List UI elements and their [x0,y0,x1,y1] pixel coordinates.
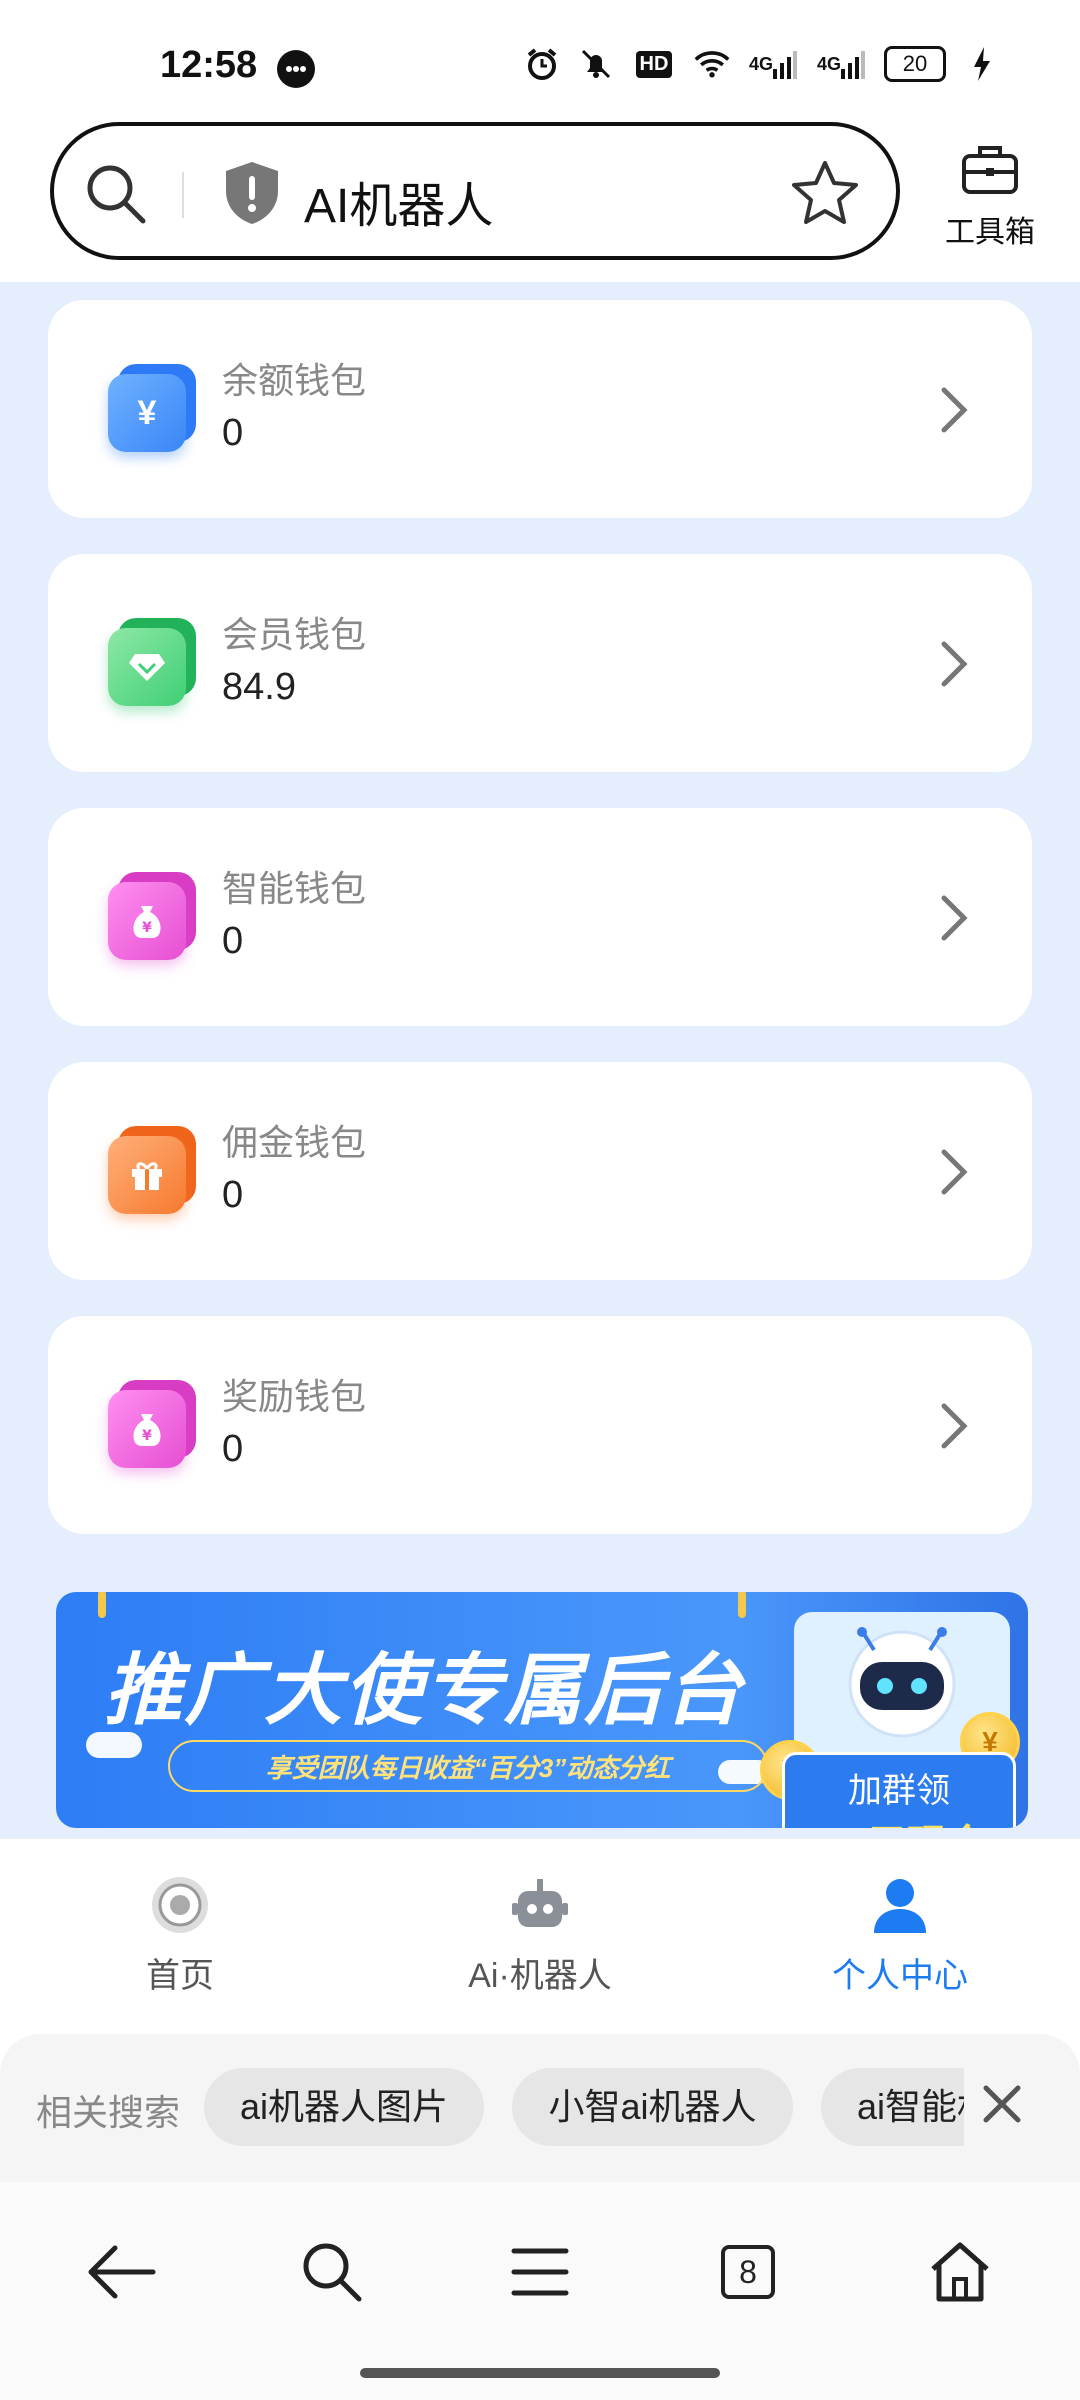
chevron-right-icon [941,387,968,433]
diamond-icon [108,618,196,706]
wallet-name: 佣金钱包 [222,1122,367,1163]
wallet-list-area: ¥ 余额钱包 0 会员钱包 84.9 ¥ 智能钱包 0 佣金钱包 0 ¥ 奖励钱… [0,282,1080,1838]
search-icon[interactable] [84,162,148,231]
person-icon [870,1879,930,1939]
svg-text:¥: ¥ [142,1428,152,1444]
search-divider [182,172,184,218]
banner-pin [98,1592,106,1618]
alarm-icon [524,46,560,82]
wallet-name: 奖励钱包 [222,1376,367,1417]
toolbox-label: 工具箱 [945,216,1035,249]
wallet-value: 0 [222,1174,244,1216]
status-bar: 12:58 HD 4G 4G 20 [0,0,1080,120]
signal-4g-icon: 4G [816,46,866,82]
security-shield-icon[interactable] [222,160,282,231]
wallet-name: 会员钱包 [222,614,367,655]
tabs-button[interactable]: 8 [708,2232,788,2312]
wallet-value: 0 [222,920,244,962]
message-notification-icon [277,50,315,88]
menu-icon [511,2248,569,2296]
tab-label: 首页 [146,1957,214,1995]
money-bag-icon: ¥ [108,1380,196,1468]
chevron-right-icon [941,1403,968,1449]
join-group-cta[interactable]: 加群领 9.9元现金 [782,1752,1016,1828]
wallet-card-reward[interactable]: ¥ 奖励钱包 0 [48,1316,1032,1534]
gesture-home-bar [360,2368,720,2378]
tab-label: Ai·机器人 [468,1957,612,1995]
wallet-value: 0 [222,1428,244,1470]
related-chip[interactable]: ai机器人图片 [204,2068,485,2146]
search-icon [303,2243,362,2302]
status-icons: HD 4G 4G 20 [524,46,1000,82]
related-searches-bar: 相关搜索 ai机器人图片 小智ai机器人 ai智能机器人 [0,2034,1080,2182]
cta-line2: 9.9元现金 [785,1812,1013,1828]
tab-home[interactable]: 首页 [80,1875,280,1997]
related-chip[interactable]: ai智能机器人 [820,2068,964,2146]
banner-title: 推广大使专属后台 [104,1646,745,1734]
home-button[interactable] [920,2232,1000,2312]
related-searches-label: 相关搜索 [36,2092,181,2133]
wallet-card-smart[interactable]: ¥ 智能钱包 0 [48,808,1032,1026]
chevron-right-icon [941,641,968,687]
app-tab-bar: 首页 Ai·机器人 个人中心 [0,1838,1080,2019]
battery-level: 20 [902,51,928,76]
hd-label: HD [635,50,673,78]
promo-banner[interactable]: 推广大使专属后台 享受团队每日收益“百分3”动态分红 ¥ ¥ 加群领 9.9元现… [56,1592,1028,1828]
chevron-right-icon [941,895,968,941]
related-chip-list: ai机器人图片 小智ai机器人 ai智能机器人 [204,2068,964,2148]
cta-line1: 加群领 [848,1772,950,1810]
menu-button[interactable] [500,2232,580,2312]
wallet-value: 84.9 [222,666,296,708]
banner-subtitle: 享受团队每日收益“百分3”动态分红 [168,1740,768,1792]
wallet-name: 智能钱包 [222,868,367,909]
banner-pin [738,1592,746,1618]
hd-icon: HD [632,46,676,82]
signal-4g-icon: 4G [748,46,798,82]
search-button[interactable] [292,2232,372,2312]
wallet-name: 余额钱包 [222,360,367,401]
tab-label: 个人中心 [832,1957,968,1995]
search-query-text[interactable]: AI机器人 [304,166,493,236]
tab-ai-robot[interactable]: Ai·机器人 [440,1875,640,1997]
signal-4g-label: 4G [748,53,773,74]
bookmark-star-icon[interactable] [790,158,860,233]
money-bag-icon: ¥ [108,872,196,960]
back-button[interactable] [82,2232,162,2312]
cloud-decoration [86,1732,142,1758]
toolbox-button[interactable]: 工具箱 [935,144,1045,251]
wallet-card-balance[interactable]: ¥ 余额钱包 0 [48,300,1032,518]
svg-text:¥: ¥ [142,920,152,936]
gift-icon [108,1126,196,1214]
related-chip[interactable]: 小智ai机器人 [512,2068,793,2146]
signal-4g-label: 4G [816,53,841,74]
mute-bell-icon [578,46,614,82]
search-header: AI机器人 工具箱 [0,120,1080,282]
toolbox-icon [960,146,1020,200]
home-logo-icon [150,1877,210,1939]
tab-count: 8 [721,2245,775,2299]
back-arrow-icon [88,2245,156,2299]
battery-icon: 20 [884,46,946,82]
yuan-icon: ¥ [108,364,196,452]
status-time: 12:58 [160,44,258,86]
wifi-icon [694,46,730,82]
wallet-card-member[interactable]: 会员钱包 84.9 [48,554,1032,772]
tab-profile[interactable]: 个人中心 [800,1875,1000,1997]
close-icon[interactable] [978,2080,1026,2128]
charging-icon [964,46,1000,82]
address-search-bar[interactable]: AI机器人 [50,122,900,260]
home-icon [931,2242,989,2302]
wallet-card-commission[interactable]: 佣金钱包 0 [48,1062,1032,1280]
chevron-right-icon [941,1149,968,1195]
robot-icon [510,1879,570,1939]
wallet-value: 0 [222,412,244,454]
